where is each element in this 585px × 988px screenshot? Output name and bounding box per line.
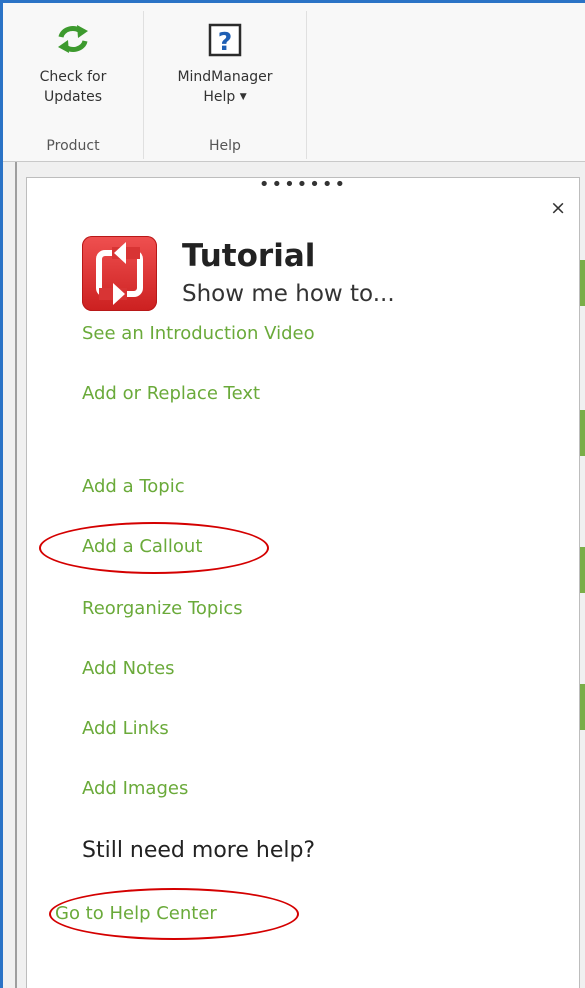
- question-icon: ?: [208, 23, 242, 57]
- link-add-topic[interactable]: Add a Topic: [82, 476, 185, 497]
- ribbon-group-product: Check for Updates Product: [3, 3, 143, 161]
- drag-grip-icon[interactable]: •••••••: [27, 176, 579, 194]
- link-help-center[interactable]: Go to Help Center: [55, 903, 217, 924]
- panel-subtitle: Show me how to...: [182, 281, 395, 307]
- tutorial-panel: ••••••• × Tutorial Show me how to... See…: [26, 176, 580, 988]
- link-add-callout[interactable]: Add a Callout: [82, 536, 202, 557]
- check-for-updates-button[interactable]: Check for Updates: [25, 23, 121, 107]
- link-add-replace-text[interactable]: Add or Replace Text: [82, 383, 260, 404]
- workspace: ••••••• × Tutorial Show me how to... See…: [3, 162, 585, 988]
- refresh-icon: [58, 25, 88, 53]
- check-for-updates-label-1: Check for: [39, 69, 107, 85]
- tutorial-icon: [82, 236, 157, 311]
- mindmanager-help-button[interactable]: ? MindManager Help ▼: [154, 23, 296, 107]
- mindmanager-help-label-2-wrap: Help ▼: [154, 87, 296, 107]
- mindmanager-help-label-1: MindManager: [177, 69, 273, 85]
- link-reorganize-topics[interactable]: Reorganize Topics: [82, 598, 243, 619]
- ribbon-separator: [306, 11, 307, 159]
- mindmanager-help-label-2: Help: [203, 89, 236, 105]
- ribbon-group-label-product: Product: [46, 138, 100, 154]
- workspace-edge: [15, 162, 17, 988]
- svg-text:?: ?: [218, 27, 233, 56]
- link-add-images[interactable]: Add Images: [82, 778, 188, 799]
- check-for-updates-label-2: Updates: [44, 89, 102, 105]
- swap-arrows-icon: [96, 242, 143, 305]
- ribbon: Check for Updates Product ? MindManager …: [3, 3, 585, 161]
- panel-title: Tutorial: [182, 238, 316, 274]
- dropdown-caret-icon[interactable]: ▼: [240, 92, 247, 102]
- link-introduction-video[interactable]: See an Introduction Video: [82, 323, 315, 344]
- link-add-links[interactable]: Add Links: [82, 718, 169, 739]
- close-icon[interactable]: ×: [550, 198, 566, 218]
- ribbon-group-label-help: Help: [209, 138, 241, 154]
- more-help-heading: Still need more help?: [82, 838, 316, 863]
- link-add-notes[interactable]: Add Notes: [82, 658, 175, 679]
- ribbon-group-help: ? MindManager Help ▼ Help: [144, 3, 306, 161]
